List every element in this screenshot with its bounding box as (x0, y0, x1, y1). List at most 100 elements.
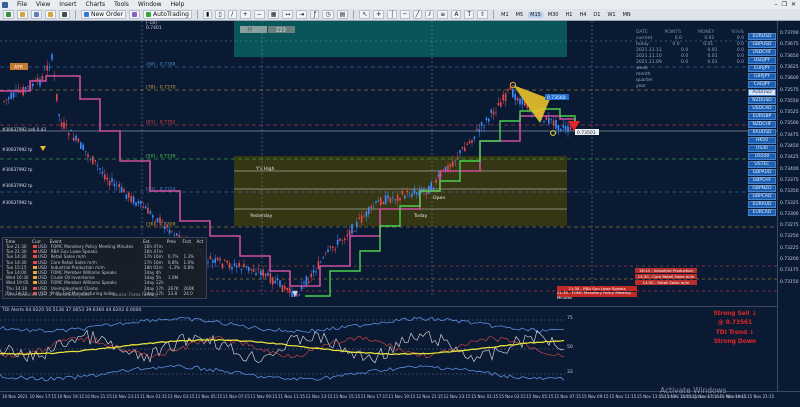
menu-help[interactable]: Help (171, 1, 185, 8)
price-scale[interactable]: 0.73700 0.73675 0.73650 0.73625 0.73600 0.735… (777, 21, 800, 391)
symbol-button-eurusd[interactable]: EURUSD (748, 33, 776, 40)
new-order-button[interactable]: New Order (81, 10, 127, 19)
trendline-tool-button[interactable]: ╱ (412, 10, 423, 19)
candle-body (329, 246, 332, 248)
symbol-button-nzdchf[interactable]: NZDCHF (748, 121, 776, 128)
tile-windows-button[interactable]: ▦ (267, 10, 280, 19)
channel-tool-button[interactable]: ⫽ (425, 10, 435, 19)
tf-mn[interactable]: MN (621, 12, 633, 18)
menu-insert[interactable]: Insert (59, 1, 76, 8)
indicators-button[interactable]: ƒ (310, 10, 320, 19)
order-marker-label: #30637992 tp (2, 200, 33, 205)
candle-body (368, 207, 370, 214)
symbol-button-nzdusd[interactable]: NZDUSD (748, 97, 776, 104)
symbol-button-euraud[interactable]: EURAUD (748, 201, 776, 208)
cursor-tool-button[interactable]: ↖ (359, 10, 371, 19)
tf-w1[interactable]: W1 (605, 12, 617, 18)
candle-body (12, 92, 15, 98)
price-scale-label: 0.73250 (780, 234, 799, 240)
candle-body (492, 111, 495, 115)
tdi-indicator-svg[interactable] (0, 307, 777, 392)
candle-body (435, 179, 437, 183)
tf-m5[interactable]: M5 (514, 12, 526, 18)
arrow-tool-button[interactable]: ⇧ (477, 10, 489, 19)
tf-h1[interactable]: H1 (564, 12, 575, 18)
symbol-button-gbpchf[interactable]: GBPCHF (748, 177, 776, 184)
candle-body (70, 129, 72, 132)
symbol-button-hk50[interactable]: HK50 (748, 137, 776, 144)
candle-body (399, 197, 401, 201)
symbol-button-eurjpy[interactable]: EURJPY (748, 65, 776, 72)
autoscroll-button[interactable]: ↦ (282, 10, 294, 19)
symbol-button-gbpcad[interactable]: GBPCAD (748, 193, 776, 200)
fibo-tool-button[interactable]: ≡ (437, 10, 449, 19)
market-watch-button[interactable] (31, 10, 42, 19)
bar-chart-button[interactable]: ▮ (203, 10, 213, 19)
tf-h4[interactable]: H4 (577, 12, 588, 18)
label-tool-button[interactable]: T (464, 10, 475, 19)
range-tag-b-text: Z23 (276, 28, 286, 34)
order-marker-label: #30637992 sell 0.43 (2, 127, 46, 132)
signal-price: @ 0.73561 (717, 320, 753, 326)
zoom-out-button[interactable]: − (253, 10, 265, 19)
new-chart-button[interactable] (3, 10, 14, 19)
tdi-upper-band (0, 316, 565, 334)
symbol-button-usdchf[interactable]: USDCHF (748, 49, 776, 56)
menu-tools[interactable]: Tools (114, 1, 129, 8)
profiles-button[interactable] (17, 10, 28, 19)
text-tool-button[interactable]: A (451, 10, 462, 19)
symbol-button-gbpaud[interactable]: GBPAUD (748, 169, 776, 176)
symbol-button-us500[interactable]: US500 (748, 153, 776, 160)
candle-body (327, 249, 329, 252)
symbol-button-eurcad[interactable]: EURCAD (748, 209, 776, 216)
tf-m15[interactable]: M15 (528, 11, 543, 18)
chart-shift-button[interactable]: ⇥ (296, 10, 308, 19)
candle-chart-button[interactable]: ▯ (215, 10, 225, 19)
tf-m1[interactable]: M1 (499, 12, 511, 18)
symbol-button-audusd[interactable]: AUDUSD (748, 89, 776, 96)
symbol-button-ustec[interactable]: USTEC (748, 161, 776, 168)
candle-body (250, 268, 252, 270)
templates-button[interactable]: ▤ (336, 10, 349, 19)
candle-body (236, 265, 238, 268)
news-footer: FxPro NewsInfo v2.7.1 · forexfactory.com… (5, 292, 157, 297)
tf-m30[interactable]: M30 (546, 12, 561, 18)
close-icon[interactable]: ✕ (791, 1, 796, 8)
menu-file[interactable]: File (17, 1, 27, 8)
meta-editor-button[interactable] (129, 10, 141, 19)
minimize-icon[interactable]: – (775, 1, 778, 8)
symbol-button-eurgbp[interactable]: EURGBP (748, 113, 776, 120)
tdi-indicator-pane[interactable]: TDI Alerts 64.0220 50.5136 37.0053 39.63… (0, 306, 777, 391)
symbol-button-us30[interactable]: US30 (748, 145, 776, 152)
terminal-icon (62, 12, 67, 17)
menu-view[interactable]: View (36, 1, 50, 8)
period-button[interactable]: ◷ (322, 10, 334, 19)
crosshair-tool-button[interactable]: ✛ (373, 10, 385, 19)
menu-charts[interactable]: Charts (86, 1, 106, 8)
menu-window[interactable]: Window (138, 1, 162, 8)
symbol-button-usdcad[interactable]: USDCAD (748, 105, 776, 112)
candle-body (219, 258, 221, 261)
symbol-button-usdjpy[interactable]: USDJPY (748, 57, 776, 64)
new-chart-icon (6, 12, 11, 17)
candle-body (336, 239, 339, 245)
terminal-button[interactable] (59, 10, 70, 19)
line-chart-button[interactable]: ∕ (227, 10, 237, 19)
hline-tool-button[interactable]: ─ (400, 10, 410, 19)
symbol-button-gbpusd[interactable]: GBPUSD (748, 41, 776, 48)
zoom-in-button[interactable]: + (239, 10, 251, 19)
symbol-button-gbpjpy[interactable]: GBPJPY (748, 73, 776, 80)
restore-icon[interactable]: ❐ (782, 1, 787, 8)
symbol-button-cadjpy[interactable]: CADJPY (748, 81, 776, 88)
candle-body (543, 121, 545, 123)
symbol-button-gbpnzd[interactable]: GBPNZD (748, 185, 776, 192)
vline-tool-button[interactable]: │ (387, 10, 398, 19)
tf-d1[interactable]: D1 (591, 12, 602, 18)
auto-trading-button[interactable]: AutoTrading (143, 10, 192, 19)
candle-body (500, 102, 502, 107)
candle-body (231, 267, 233, 270)
candle-body (334, 249, 336, 251)
navigator-button[interactable] (45, 10, 56, 19)
candle-body (308, 281, 310, 284)
symbol-button-xauusd[interactable]: XAUUSD (748, 129, 776, 136)
